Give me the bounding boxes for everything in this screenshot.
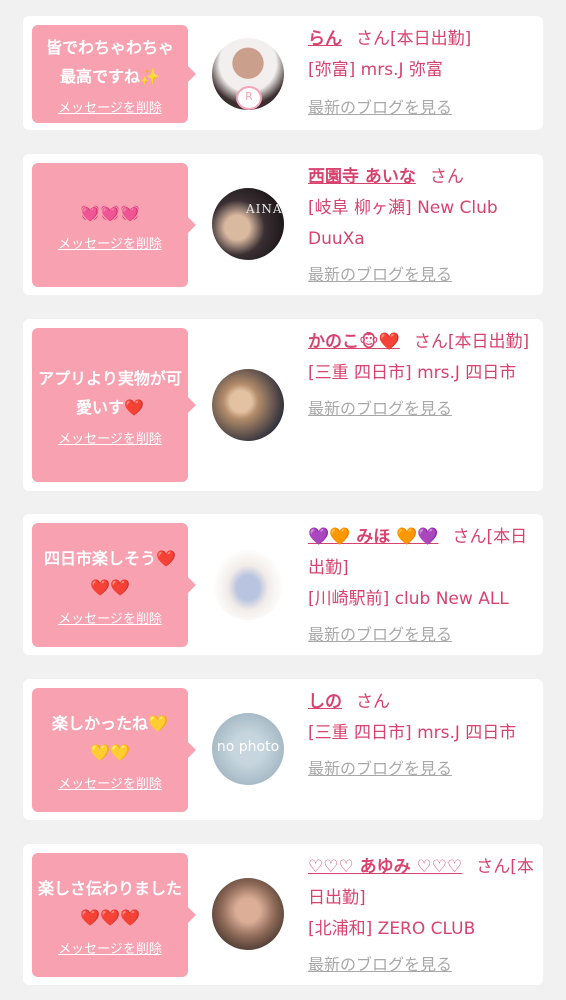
avatar[interactable] — [212, 548, 284, 620]
delete-message-link[interactable]: メッセージを削除 — [58, 608, 162, 627]
cast-name-link[interactable]: らん — [308, 29, 342, 49]
message-bubble: 四日市楽しそう❤️❤️❤️ メッセージを削除 — [32, 523, 196, 647]
blog-link[interactable]: 最新のブログを見る — [308, 259, 536, 290]
cast-location: [三重 四日市] mrs.J 四日市 — [308, 363, 517, 383]
message-text: アプリより実物が可愛いす❤️ — [38, 368, 182, 417]
avatar-badge: AINA — [246, 202, 283, 216]
message-text: 楽しかったね💛💛💛 — [52, 713, 168, 762]
message-card: 楽しさ伝わりました❤️❤️❤️ メッセージを削除 ♡♡♡ あゆみ ♡♡♡ さん[本… — [23, 844, 543, 985]
cast-location: [川崎駅前] club New ALL — [308, 589, 509, 609]
message-card: 四日市楽しそう❤️❤️❤️ メッセージを削除 💜🧡 みほ 🧡💜 さん[本日出勤] … — [23, 514, 543, 655]
message-bubble: アプリより実物が可愛いす❤️ メッセージを削除 — [32, 328, 196, 482]
delete-message-link[interactable]: メッセージを削除 — [58, 773, 162, 792]
cast-name-link[interactable]: 西園寺 あいな — [308, 167, 416, 187]
message-bubble: 💓💓💓 メッセージを削除 — [32, 163, 196, 287]
avatar[interactable]: R — [212, 38, 284, 110]
cast-name-link[interactable]: しの — [308, 692, 342, 712]
avatar-badge: R — [236, 86, 262, 110]
cast-name-link[interactable]: ♡♡♡ あゆみ ♡♡♡ — [308, 857, 462, 877]
cast-info: らん さん[本日出勤] [弥富] mrs.J 弥富 最新のブログを見る — [308, 24, 536, 123]
delete-message-link[interactable]: メッセージを削除 — [58, 233, 162, 252]
cast-info: しの さん [三重 四日市] mrs.J 四日市 最新のブログを見る — [308, 687, 536, 784]
message-text: 楽しさ伝わりました❤️❤️❤️ — [38, 878, 183, 927]
blog-link[interactable]: 最新のブログを見る — [308, 619, 536, 650]
message-text: 皆でわちゃわちゃ最高ですね✨ — [45, 37, 174, 86]
cast-name-link[interactable]: 💜🧡 みほ 🧡💜 — [308, 527, 439, 547]
message-card: 💓💓💓 メッセージを削除 AINA 西園寺 あいな さん [岐阜 柳ヶ瀬] New… — [23, 154, 543, 295]
blog-link[interactable]: 最新のブログを見る — [308, 753, 536, 784]
message-bubble: 楽しかったね💛💛💛 メッセージを削除 — [32, 688, 196, 812]
cast-status: さん[本日出勤] — [356, 29, 472, 49]
cast-location: [北浦和] ZERO CLUB — [308, 919, 476, 939]
delete-message-link[interactable]: メッセージを削除 — [58, 938, 162, 957]
cast-info: 西園寺 あいな さん [岐阜 柳ヶ瀬] New Club DuuXa 最新のブログ… — [308, 162, 536, 290]
message-bubble: 皆でわちゃわちゃ最高ですね✨ メッセージを削除 — [32, 25, 196, 123]
delete-message-link[interactable]: メッセージを削除 — [58, 97, 162, 116]
cast-location: [岐阜 柳ヶ瀬] New Club DuuXa — [308, 198, 498, 249]
avatar[interactable]: no photo — [212, 713, 284, 785]
delete-message-link[interactable]: メッセージを削除 — [58, 428, 162, 447]
message-bubble: 楽しさ伝わりました❤️❤️❤️ メッセージを削除 — [32, 853, 196, 977]
message-card: 皆でわちゃわちゃ最高ですね✨ メッセージを削除 R らん さん[本日出勤] [弥富… — [23, 16, 543, 130]
cast-info: 💜🧡 みほ 🧡💜 さん[本日出勤] [川崎駅前] club New ALL 最新の… — [308, 522, 536, 650]
cast-info: ♡♡♡ あゆみ ♡♡♡ さん[本日出勤] [北浦和] ZERO CLUB 最新のブ… — [308, 852, 536, 980]
cast-status: さん — [429, 167, 464, 187]
blog-link[interactable]: 最新のブログを見る — [308, 949, 536, 980]
cast-location: [弥富] mrs.J 弥富 — [308, 60, 443, 80]
cast-info: かのこ🐵❤️ さん[本日出勤] [三重 四日市] mrs.J 四日市 最新のブログ… — [308, 327, 536, 424]
cast-location: [三重 四日市] mrs.J 四日市 — [308, 723, 517, 743]
message-text: 💓💓💓 — [80, 203, 140, 222]
message-card: 楽しかったね💛💛💛 メッセージを削除 no photo しの さん [三重 四日市… — [23, 679, 543, 820]
cast-name-link[interactable]: かのこ🐵❤️ — [308, 332, 400, 352]
avatar[interactable] — [212, 878, 284, 950]
message-text: 四日市楽しそう❤️❤️❤️ — [44, 548, 176, 597]
cast-status: さん[本日出勤] — [413, 332, 530, 352]
blog-link[interactable]: 最新のブログを見る — [308, 92, 536, 123]
avatar[interactable]: AINA — [212, 188, 284, 260]
avatar-badge: no photo — [216, 739, 280, 755]
avatar[interactable] — [212, 369, 284, 441]
cast-status: さん — [356, 692, 390, 712]
blog-link[interactable]: 最新のブログを見る — [308, 393, 536, 424]
message-card: アプリより実物が可愛いす❤️ メッセージを削除 かのこ🐵❤️ さん[本日出勤] [… — [23, 319, 543, 491]
